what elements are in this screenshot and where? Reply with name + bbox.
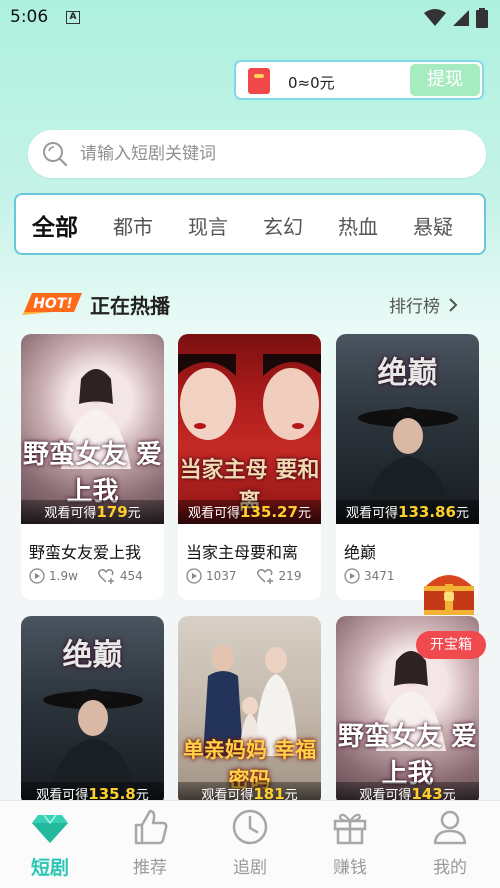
poster-figure: [178, 354, 321, 440]
play-circle-icon: [344, 568, 360, 584]
drama-card[interactable]: 绝巅 观看可得135.8元: [21, 616, 164, 806]
chevron-right-icon: [449, 297, 458, 312]
category-tab-romance[interactable]: 现言: [188, 211, 228, 240]
category-tab-fantasy[interactable]: 玄幻: [263, 211, 303, 240]
search-icon: [43, 142, 68, 167]
treasure-chest-icon[interactable]: [418, 566, 480, 618]
thumbs-up-icon: [134, 809, 168, 845]
earn-reward-bar: 观看可得133.86元: [336, 500, 479, 524]
person-icon: [433, 810, 467, 845]
drama-poster: 绝巅 观看可得135.8元: [21, 616, 164, 806]
view-count: 1037: [186, 568, 237, 584]
nav-label: 推荐: [133, 858, 167, 878]
category-tabs: 全部 都市 现言 玄幻 热血 悬疑: [14, 193, 486, 255]
status-bar: 5:06 A: [0, 0, 500, 36]
section-title: 正在热播: [90, 294, 170, 318]
like-count: 454: [97, 568, 143, 584]
withdraw-button[interactable]: 提现: [410, 64, 480, 96]
drama-card[interactable]: 绝巅 观看可得133.86元 绝巅 3471: [336, 334, 479, 600]
earn-reward-bar: 观看可得135.27元: [178, 500, 321, 524]
poster-title: 绝巅: [62, 638, 123, 673]
drama-title: 绝巅: [344, 543, 377, 562]
nav-item-following[interactable]: 追剧: [210, 807, 290, 878]
hot-badge-icon: HOT!: [22, 293, 82, 315]
drama-stats: 1.9w 454: [29, 568, 159, 584]
diamond-icon: [32, 814, 68, 843]
nav-label: 赚钱: [333, 858, 367, 878]
poster-title: 野蛮女友 爱上我: [22, 440, 163, 507]
bottom-nav: 短剧 推荐 追剧 赚钱 我的: [0, 800, 500, 888]
view-count: 1.9w: [29, 568, 78, 584]
view-count: 3471: [344, 568, 395, 584]
drama-poster: 野蛮女友 爱上我 观看可得179元: [21, 334, 164, 524]
poster-title: 绝巅: [377, 356, 438, 391]
drama-card[interactable]: 当家主母 要和离 观看可得135.27元 当家主母要和离 1037 219: [178, 334, 321, 600]
category-tab-mystery[interactable]: 悬疑: [413, 211, 453, 240]
poster-title: 野蛮女友 爱上我: [337, 722, 478, 789]
play-circle-icon: [29, 568, 45, 584]
nav-item-recommend[interactable]: 推荐: [110, 807, 190, 878]
signal-icon: [453, 10, 469, 26]
drama-poster: 绝巅 观看可得133.86元: [336, 334, 479, 524]
nav-label: 追剧: [233, 858, 267, 878]
wifi-icon: [424, 9, 446, 26]
category-tab-action[interactable]: 热血: [338, 211, 378, 240]
heart-plus-icon: [97, 569, 114, 584]
earn-reward-bar: 观看可得179元: [21, 500, 164, 524]
wallet-amount: 0≈0元: [288, 74, 335, 92]
hot-badge-text: HOT!: [33, 296, 73, 312]
gift-icon: [333, 813, 367, 845]
category-tab-all[interactable]: 全部: [32, 208, 78, 242]
drama-card[interactable]: 单亲妈妈 幸福密码 观看可得181元: [178, 616, 321, 806]
notification-a-icon: A: [66, 11, 80, 24]
heart-plus-icon: [256, 569, 273, 584]
drama-stats: 1037 219: [186, 568, 316, 584]
search-input[interactable]: [80, 130, 460, 178]
drama-poster: 当家主母 要和离 观看可得135.27元: [178, 334, 321, 524]
nav-item-earn[interactable]: 赚钱: [310, 807, 390, 878]
clock-icon: [232, 809, 268, 845]
battery-icon: [476, 8, 488, 28]
red-envelope-icon: [248, 68, 270, 94]
drama-card[interactable]: 野蛮女友 爱上我 观看可得179元 野蛮女友爱上我 1.9w 454: [21, 334, 164, 600]
ranking-label: 排行榜: [389, 297, 440, 317]
status-time: 5:06: [10, 7, 49, 27]
ranking-link[interactable]: 排行榜: [389, 292, 458, 317]
drama-title: 野蛮女友爱上我: [29, 543, 142, 562]
like-count: 219: [256, 568, 301, 584]
play-circle-icon: [186, 568, 202, 584]
earn-amount: 179: [96, 503, 128, 521]
open-treasure-button[interactable]: 开宝箱: [416, 631, 486, 659]
nav-label: 我的: [433, 858, 467, 878]
status-icons: [424, 8, 488, 28]
drama-title: 当家主母要和离: [186, 543, 299, 562]
wallet-balance: 0≈0元 提现: [234, 60, 484, 100]
nav-item-profile[interactable]: 我的: [410, 807, 490, 878]
category-tab-urban[interactable]: 都市: [113, 211, 153, 240]
earn-amount: 133.86: [398, 503, 456, 521]
search-bar[interactable]: [28, 130, 486, 178]
nav-item-short-drama[interactable]: 短剧: [10, 807, 90, 880]
earn-amount: 135.27: [240, 503, 298, 521]
nav-label: 短剧: [30, 857, 69, 879]
drama-poster: 单亲妈妈 幸福密码 观看可得181元: [178, 616, 321, 806]
